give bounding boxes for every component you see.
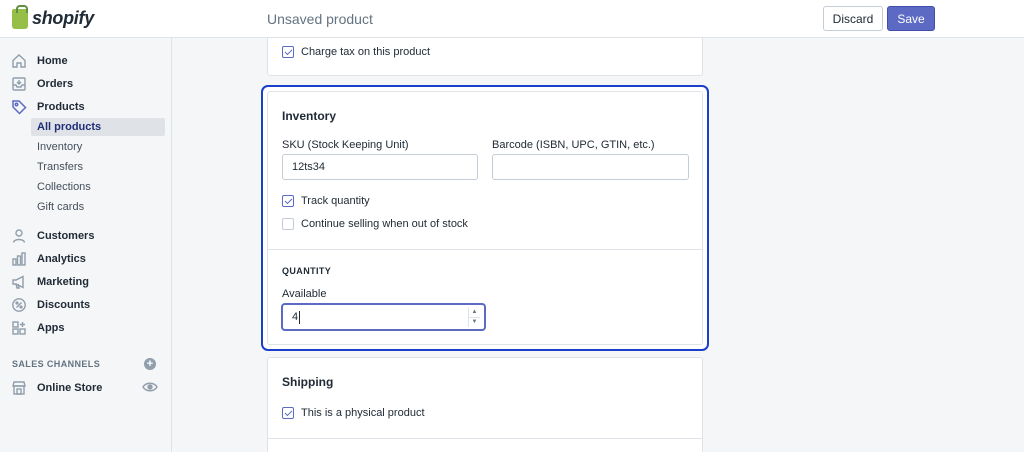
sales-channels-title: SALES CHANNELS: [12, 359, 101, 369]
sidebar-item-label: Products: [37, 100, 85, 113]
available-label: Available: [282, 288, 327, 300]
sidebar-item-analytics[interactable]: Analytics: [10, 250, 86, 267]
checkbox-checked-icon: [282, 407, 294, 419]
sidebar-item-discounts[interactable]: Discounts: [10, 296, 90, 313]
home-icon: [10, 52, 27, 69]
increment-arrow-icon[interactable]: ▲: [468, 307, 480, 318]
sidebar-subitem-collections[interactable]: Collections: [31, 178, 165, 196]
shopify-bag-icon: [12, 4, 28, 29]
sku-input[interactable]: 12ts34: [282, 154, 478, 180]
sidebar-subitem-all-products[interactable]: All products: [31, 118, 165, 136]
inventory-heading: Inventory: [282, 109, 337, 123]
charge-tax-checkbox[interactable]: Charge tax on this product: [282, 46, 430, 58]
person-icon: [10, 227, 27, 244]
available-value: 4: [292, 311, 299, 323]
save-button[interactable]: Save: [887, 6, 935, 31]
track-quantity-checkbox[interactable]: Track quantity: [282, 195, 370, 207]
store-icon: [10, 379, 27, 396]
sidebar-subitem-gift-cards[interactable]: Gift cards: [31, 198, 165, 216]
discard-button[interactable]: Discard: [823, 6, 883, 31]
orders-icon: [10, 75, 27, 92]
eye-icon[interactable]: [142, 380, 158, 394]
pricing-card: Charge tax on this product: [267, 38, 703, 76]
quantity-title: QUANTITY: [282, 266, 332, 276]
section-divider: [268, 438, 702, 439]
page-title: Unsaved product: [267, 11, 373, 27]
sidebar-subitem-transfers[interactable]: Transfers: [31, 158, 165, 176]
sidebar-item-customers[interactable]: Customers: [10, 227, 94, 244]
quantity-stepper[interactable]: ▲ ▼: [468, 307, 480, 327]
charge-tax-label: Charge tax on this product: [301, 46, 431, 58]
top-bar: shopify Unsaved product Discard Save: [0, 0, 1024, 38]
checkbox-checked-icon: [282, 195, 294, 207]
physical-product-checkbox[interactable]: This is a physical product: [282, 407, 425, 419]
sidebar-item-marketing[interactable]: Marketing: [10, 273, 89, 290]
sidebar-item-label: Analytics: [37, 252, 86, 265]
sku-label: SKU (Stock Keeping Unit): [282, 139, 409, 151]
sidebar-item-label: Discounts: [37, 298, 91, 311]
barcode-input[interactable]: [492, 154, 689, 180]
sidebar-item-label: Orders: [37, 77, 74, 90]
sidebar-item-products[interactable]: Products: [10, 98, 85, 115]
brand-name: shopify: [32, 8, 94, 28]
tag-icon: [10, 98, 27, 115]
shipping-card: Shipping This is a physical product: [267, 357, 703, 452]
sidebar: Home Orders Products All products Invent…: [0, 38, 172, 452]
text-cursor: [299, 310, 301, 324]
decrement-arrow-icon[interactable]: ▼: [468, 317, 480, 327]
continue-selling-label: Continue selling when out of stock: [301, 218, 468, 230]
sidebar-item-online-store[interactable]: Online Store: [10, 379, 102, 396]
track-quantity-label: Track quantity: [301, 195, 370, 207]
checkbox-unchecked-icon: [282, 218, 294, 230]
discount-icon: [10, 296, 27, 313]
barcode-label: Barcode (ISBN, UPC, GTIN, etc.): [492, 139, 655, 151]
shipping-heading: Shipping: [282, 375, 334, 389]
continue-selling-checkbox[interactable]: Continue selling when out of stock: [282, 218, 468, 230]
sidebar-subitem-inventory[interactable]: Inventory: [31, 138, 165, 156]
add-sales-channel-icon[interactable]: +: [144, 358, 156, 370]
sidebar-item-label: Apps: [37, 321, 65, 334]
megaphone-icon: [10, 273, 27, 290]
sidebar-item-label: Customers: [37, 229, 95, 242]
sidebar-item-orders[interactable]: Orders: [10, 75, 73, 92]
inventory-card: Inventory SKU (Stock Keeping Unit) 12ts3…: [267, 91, 703, 345]
sidebar-item-label: Home: [37, 54, 68, 67]
sku-value: 12ts34: [292, 161, 326, 173]
available-quantity-input[interactable]: 4 ▲ ▼: [282, 304, 485, 330]
sidebar-item-apps[interactable]: Apps: [10, 319, 65, 336]
apps-icon: [10, 319, 27, 336]
section-divider: [268, 249, 702, 250]
sidebar-item-label: Online Store: [37, 381, 103, 394]
bar-chart-icon: [10, 250, 27, 267]
shopify-logo[interactable]: shopify: [12, 4, 94, 29]
sidebar-item-home[interactable]: Home: [10, 52, 68, 69]
checkbox-checked-icon: [282, 46, 294, 58]
physical-product-label: This is a physical product: [301, 407, 425, 419]
sidebar-item-label: Marketing: [37, 275, 89, 288]
